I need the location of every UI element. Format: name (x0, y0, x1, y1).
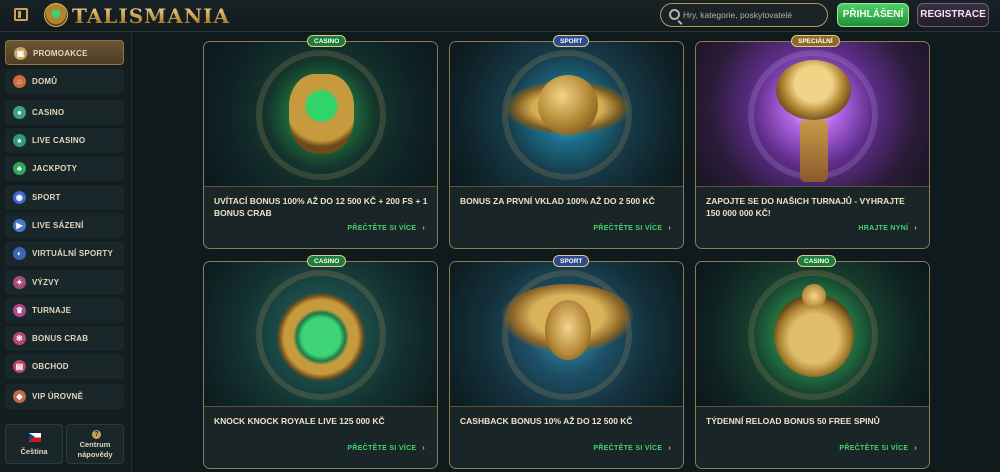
promo-card[interactable]: CASHBACK BONUS 10% AŽ DO 12 500 KČ PŘEČT… (449, 261, 684, 469)
promo-read-more-link[interactable]: PŘEČTĚTE SI VÍCE › (347, 225, 425, 232)
promo-image-eye-of-horus (204, 262, 437, 407)
promo-link-label: PŘEČTĚTE SI VÍCE (347, 445, 417, 452)
sidebar-item-sport[interactable]: ◉ SPORT (5, 185, 124, 210)
promo-read-more-link[interactable]: PŘEČTĚTE SI VÍCE › (347, 445, 425, 452)
sidebar-item-live-betting[interactable]: ▶ LIVE SÁZENÍ (5, 213, 124, 238)
language-label: Čeština (20, 447, 48, 456)
live-betting-icon: ▶ (13, 219, 26, 232)
sidebar-item-casino[interactable]: ● CASINO (5, 100, 124, 125)
sidebar-item-bonus-crab[interactable]: ✻ BONUS CRAB (5, 326, 124, 351)
help-label-line2: nápovědy (77, 450, 113, 459)
sidebar-item-vip[interactable]: ◆ VIP ÚROVNĚ (5, 384, 124, 409)
chevron-right-icon: › (422, 445, 425, 452)
live-casino-icon: ♠ (13, 134, 26, 147)
category-badge: SPORT (553, 255, 590, 267)
logo-icon[interactable] (44, 3, 68, 27)
promo-link-label: PŘEČTĚTE SI VÍCE (839, 445, 909, 452)
promo-title: ZAPOJTE SE DO NAŠICH TURNAJŮ - VYHRAJTE … (706, 196, 905, 218)
category-badge: SPORT (553, 35, 590, 47)
promo-read-more-link[interactable]: PŘEČTĚTE SI VÍCE › (593, 225, 671, 232)
gift-icon: ▣ (14, 47, 27, 60)
promo-image-trophy (696, 42, 929, 187)
chevron-right-icon: › (668, 225, 671, 232)
crab-icon: ✻ (13, 332, 26, 345)
promo-image-scarab (204, 42, 437, 187)
promo-card[interactable]: TÝDENNÍ RELOAD BONUS 50 FREE SPINŮ PŘEČT… (695, 261, 930, 469)
sidebar-item-challenges[interactable]: ✦ VÝZVY (5, 270, 124, 295)
search-input[interactable] (683, 7, 823, 23)
promo-image-winged-ball (450, 42, 683, 187)
sidebar-item-label: OBCHOD (32, 362, 69, 371)
promo-card[interactable]: BONUS ZA PRVNÍ VKLAD 100% AŽ DO 2 500 KČ… (449, 41, 684, 249)
help-icon: ? (92, 430, 101, 439)
promo-card[interactable]: UVÍTACÍ BONUS 100% AŽ DO 12 500 KČ + 200… (203, 41, 438, 249)
chevron-right-icon: › (422, 225, 425, 232)
sidebar-toggle-icon[interactable] (14, 8, 28, 21)
sidebar-item-promotions[interactable]: ▣ PROMOAKCE (5, 40, 124, 65)
promo-title: UVÍTACÍ BONUS 100% AŽ DO 12 500 KČ + 200… (214, 196, 428, 218)
category-badge: CASINO (307, 255, 347, 267)
promo-card[interactable]: KNOCK KNOCK ROYALE LIVE 125 000 KČ PŘEČT… (203, 261, 438, 469)
sidebar-item-home[interactable]: ⌂ DOMŮ (5, 69, 124, 94)
sidebar-item-label: PROMOAKCE (33, 49, 88, 58)
promo-link-label: PŘEČTĚTE SI VÍCE (593, 445, 663, 452)
promo-play-now-link[interactable]: HRAJTE NYNÍ › (858, 225, 917, 232)
sidebar-item-label: LIVE CASINO (32, 136, 86, 145)
category-badge: CASINO (797, 255, 837, 267)
chevron-right-icon: › (914, 225, 917, 232)
promo-link-label: HRAJTE NYNÍ (858, 225, 909, 232)
sidebar-item-virtual-sports[interactable]: ◐ VIRTUÁLNÍ SPORTY (5, 241, 124, 266)
promo-read-more-link[interactable]: PŘEČTĚTE SI VÍCE › (839, 445, 917, 452)
help-center-button[interactable]: ? Centrum nápovědy (66, 424, 124, 464)
promo-link-label: PŘEČTĚTE SI VÍCE (347, 225, 417, 232)
sidebar-item-label: JACKPOTY (32, 164, 78, 173)
virtual-sports-icon: ◐ (13, 247, 26, 260)
sidebar-item-label: CASINO (32, 108, 65, 117)
category-badge: CASINO (307, 35, 347, 47)
promo-link-label: PŘEČTĚTE SI VÍCE (593, 225, 663, 232)
search-box[interactable] (660, 3, 828, 27)
promo-image-horus-falcon (696, 262, 929, 407)
promo-title: TÝDENNÍ RELOAD BONUS 50 FREE SPINŮ (706, 416, 880, 426)
brand-logo[interactable]: TALISMANIA (72, 4, 230, 28)
login-button[interactable]: PŘIHLÁŠENÍ (837, 3, 909, 27)
sidebar-item-label: BONUS CRAB (32, 334, 89, 343)
czech-flag-icon (29, 433, 41, 442)
category-badge: SPECIÁLNÍ (791, 35, 840, 47)
clover-icon: ♣ (13, 162, 26, 175)
sidebar-item-shop[interactable]: ▤ OBCHOD (5, 354, 124, 379)
promo-card[interactable]: ZAPOJTE SE DO NAŠICH TURNAJŮ - VYHRAJTE … (695, 41, 930, 249)
promo-title: KNOCK KNOCK ROYALE LIVE 125 000 KČ (214, 416, 385, 426)
promo-image-pharaoh (450, 262, 683, 407)
trophy-icon: ♛ (13, 304, 26, 317)
register-button[interactable]: REGISTRACE (917, 3, 989, 27)
sidebar-item-label: DOMŮ (32, 77, 58, 86)
language-selector[interactable]: Čeština (5, 424, 63, 464)
sidebar-item-label: VIRTUÁLNÍ SPORTY (32, 249, 113, 258)
chevron-right-icon: › (914, 445, 917, 452)
chevron-right-icon: › (668, 445, 671, 452)
shop-icon: ▤ (13, 360, 26, 373)
sidebar-item-label: SPORT (32, 193, 61, 202)
sidebar-item-label: VIP ÚROVNĚ (32, 392, 84, 401)
home-icon: ⌂ (13, 75, 26, 88)
challenge-icon: ✦ (13, 276, 26, 289)
sidebar-item-jackpots[interactable]: ♣ JACKPOTY (5, 156, 124, 181)
sidebar-item-tournaments[interactable]: ♛ TURNAJE (5, 298, 124, 323)
sidebar-item-label: TURNAJE (32, 306, 72, 315)
top-header: TALISMANIA PŘIHLÁŠENÍ REGISTRACE (0, 0, 1000, 32)
sidebar: ▣ PROMOAKCE ⌂ DOMŮ ● CASINO ♠ LIVE CASIN… (0, 32, 132, 472)
promo-title: CASHBACK BONUS 10% AŽ DO 12 500 KČ (460, 416, 633, 426)
promo-read-more-link[interactable]: PŘEČTĚTE SI VÍCE › (593, 445, 671, 452)
help-label-line1: Centrum (79, 440, 111, 449)
search-icon (669, 9, 680, 20)
casino-chip-icon: ● (13, 106, 26, 119)
sidebar-item-label: LIVE SÁZENÍ (32, 221, 84, 230)
diamond-icon: ◆ (13, 390, 26, 403)
sidebar-item-label: VÝZVY (32, 278, 60, 287)
sidebar-item-live-casino[interactable]: ♠ LIVE CASINO (5, 128, 124, 153)
soccer-ball-icon: ◉ (13, 191, 26, 204)
promo-title: BONUS ZA PRVNÍ VKLAD 100% AŽ DO 2 500 KČ (460, 196, 655, 206)
